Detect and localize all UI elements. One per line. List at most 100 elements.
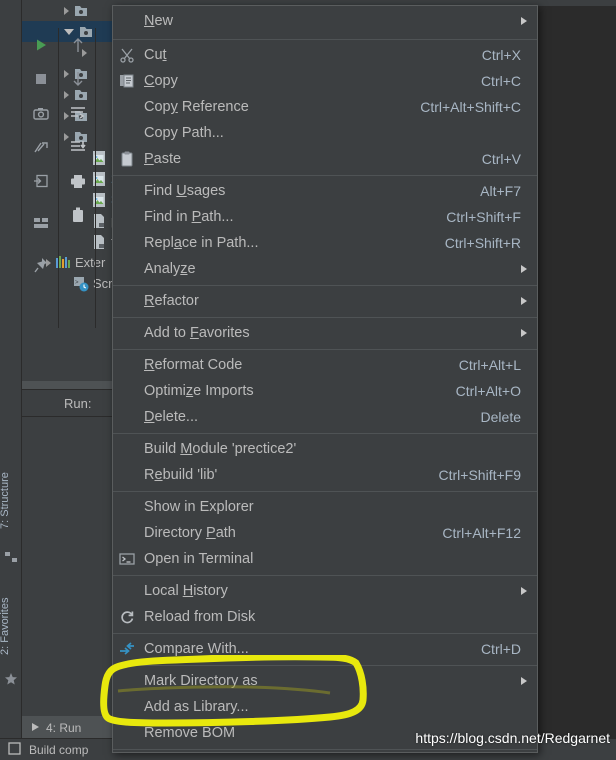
menu-item-no-icon [116,697,138,717]
menu-item-copy-path[interactable]: Copy Path... [113,120,537,146]
menu-item-no-icon [116,407,138,427]
rerun-failed-icon[interactable] [22,130,59,164]
menu-item-no-icon [116,97,138,117]
menu-item-shortcut: Alt+F7 [480,183,521,199]
menu-item-shortcut: Ctrl+Shift+R [444,235,521,251]
menu-item-diagrams[interactable]: Diagrams [113,752,537,753]
menu-item-copy[interactable]: Copy Ctrl+C [113,68,537,94]
menu-item-find-usages[interactable]: Find Usages Alt+F7 [113,178,537,204]
event-log-icon[interactable] [8,741,21,758]
menu-item-replace-in-path[interactable]: Replace in Path... Ctrl+Shift+R [113,230,537,256]
menu-item-label: Local History [144,583,228,599]
menu-item-no-icon [116,207,138,227]
stop-icon[interactable] [22,62,59,96]
menu-item-label: Rebuild 'lib' [144,467,218,483]
menu-item-analyze[interactable]: Analyze [113,256,537,282]
menu-item-cut[interactable]: Cut Ctrl+X [113,42,537,68]
menu-item-reload-from-disk[interactable]: Reload from Disk [113,604,537,630]
menu-item-no-icon [116,233,138,253]
menu-item-delete[interactable]: Delete... Delete [113,404,537,430]
scroll-to-end-icon[interactable] [59,130,96,164]
menu-item-label: Copy [144,73,178,89]
print-icon[interactable] [59,164,96,198]
rail-item-favorites[interactable]: 2: Favorites [0,580,21,672]
pin-icon[interactable] [22,248,59,282]
menu-item-build-module-prectice2[interactable]: Build Module 'prectice2' [113,436,537,462]
menu-item-add-as-library[interactable]: Add as Library... [113,694,537,720]
layout-icon[interactable] [22,206,59,240]
menu-item-paste[interactable]: Paste Ctrl+V [113,146,537,172]
menu-item-label: Show in Explorer [144,499,254,515]
menu-item-no-icon [116,323,138,343]
soft-wrap-icon[interactable] [59,96,96,130]
menu-item-shortcut: Ctrl+Shift+F9 [438,467,521,483]
menu-separator [113,665,537,666]
menu-item-label: Analyze [144,261,196,277]
menu-item-show-in-explorer[interactable]: Show in Explorer [113,494,537,520]
menu-item-add-to-favorites[interactable]: Add to Favorites [113,320,537,346]
menu-item-copy-reference[interactable]: Copy Reference Ctrl+Alt+Shift+C [113,94,537,120]
menu-item-no-icon [116,11,138,31]
reload-icon [116,607,138,627]
submenu-arrow-icon [521,265,527,273]
menu-item-compare-with[interactable]: Compare With... Ctrl+D [113,636,537,662]
menu-separator [113,749,537,750]
menu-item-new[interactable]: New [113,6,537,36]
menu-item-local-history[interactable]: Local History [113,578,537,604]
export-icon[interactable] [22,164,59,198]
folder-icon [73,3,89,19]
menu-item-no-icon [116,123,138,143]
menu-item-find-in-path[interactable]: Find in Path... Ctrl+Shift+F [113,204,537,230]
trash-icon[interactable] [59,198,96,232]
menu-item-label: Replace in Path... [144,235,259,251]
menu-item-mark-directory-as[interactable]: Mark Directory as [113,668,537,694]
camera-icon[interactable] [22,96,59,130]
chevron-right-icon[interactable] [64,6,69,15]
submenu-arrow-icon [521,17,527,25]
scroll-up-icon[interactable] [59,28,96,62]
menu-item-label: Directory Path [144,525,236,541]
play-small-icon [30,721,40,735]
context-menu[interactable]: New Cut Ctrl+X Copy Ctrl+C Copy Reference Ctrl… [112,5,538,753]
menu-item-no-icon [116,523,138,543]
menu-item-label: Find in Path... [144,209,234,225]
menu-item-rebuild-lib[interactable]: Rebuild 'lib' Ctrl+Shift+F9 [113,462,537,488]
menu-separator [113,349,537,350]
submenu-arrow-icon [521,587,527,595]
menu-item-reformat-code[interactable]: Reformat Code Ctrl+Alt+L [113,352,537,378]
run-panel-title: Run: [64,395,92,411]
menu-item-shortcut: Ctrl+Shift+F [446,209,521,225]
run-icon[interactable] [22,28,59,62]
scroll-down-icon[interactable] [59,62,96,96]
menu-item-open-in-terminal[interactable]: Open in Terminal [113,546,537,572]
menu-separator [113,39,537,40]
menu-item-label: Delete... [144,409,199,425]
menu-item-shortcut: Ctrl+D [480,641,521,657]
menu-item-no-icon [116,355,138,375]
menu-separator [113,317,537,318]
run-toolbar-right[interactable] [59,28,96,328]
menu-item-shortcut: Ctrl+Alt+O [455,383,521,399]
menu-item-directory-path[interactable]: Directory Path Ctrl+Alt+F12 [113,520,537,546]
menu-item-no-icon [116,497,138,517]
menu-item-label: Add to Favorites [144,325,250,341]
menu-item-no-icon [116,181,138,201]
menu-item-optimize-imports[interactable]: Optimize Imports Ctrl+Alt+O [113,378,537,404]
rail-item-structure[interactable]: 7: Structure [0,455,21,547]
menu-item-no-icon [116,381,138,401]
menu-item-refactor[interactable]: Refactor [113,288,537,314]
menu-item-label: Find Usages [144,183,226,199]
menu-item-shortcut: Ctrl+V [481,151,521,167]
cut-icon [116,45,138,65]
run-toolbar-left[interactable] [22,28,59,328]
menu-item-label: Paste [144,151,182,167]
menu-item-shortcut: Ctrl+Alt+Shift+C [420,99,521,115]
menu-item-no-icon [116,439,138,459]
menu-item-no-icon [116,581,138,601]
menu-separator [113,633,537,634]
menu-separator [113,575,537,576]
menu-item-label: Mark Directory as [144,673,258,689]
menu-item-label: Compare With... [144,641,249,657]
menu-item-label: Copy Reference [144,99,249,115]
menu-item-no-icon [116,723,138,743]
